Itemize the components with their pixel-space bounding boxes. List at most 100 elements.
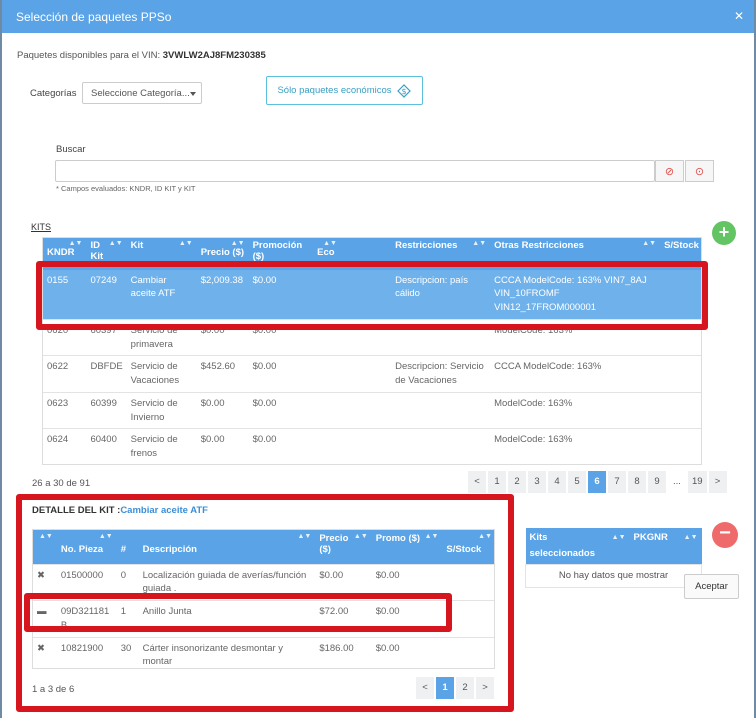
caret-down-icon [190,92,196,96]
cell-promo: $0.00 [248,318,314,356]
col-precio[interactable]: ▲▼ Precio ($) [196,238,249,268]
cell-qty: 1 [116,600,139,638]
kit-detail-name-link[interactable]: Cambiar aceite ATF [120,505,208,516]
page-link[interactable]: 9 [648,471,666,493]
cell-precio: $0.00 [196,318,249,356]
col-pkgnr[interactable]: ▲▼ PKGNR [629,528,702,565]
cell-id: 60399 [86,391,127,429]
kits-table-row-selected[interactable]: 0155 07249 Cambiar aceite ATF $2,009.38 … [43,266,701,320]
cell-precio: $0.00 [315,563,372,601]
apply-search-button[interactable]: ⊙ [685,160,714,182]
cell-id: 07249 [86,266,127,320]
col-precio[interactable]: ▲▼ Precio ($) [315,530,372,564]
ban-icon: ⊘ [664,165,675,178]
detail-pagination: < 1 2 > [416,677,494,699]
cell-precio: $0.00 [196,391,249,429]
cell-otras: ModelCode: 163% [490,428,661,464]
page-link[interactable]: 2 [508,471,526,493]
kits-table-row[interactable]: 0622 DBFDE Servicio de Vacaciones $452.6… [43,355,701,393]
col-stock[interactable]: S/Stock [660,238,701,268]
cell-kndr: 0620 [43,318,87,356]
categories-select[interactable]: Seleccione Categoría... [82,82,202,104]
plus-icon: + [718,222,730,242]
col-stock[interactable]: ▲▼ S/Stock [442,530,494,564]
sort-icon: ▲▼ [39,533,53,540]
kits-table-container: ▲▼ KNDR ▲▼ ID Kit ▲▼ Kit ▲▼ Precio ($) Promo… [42,237,702,465]
kits-header-row: ▲▼ KNDR ▲▼ ID Kit ▲▼ Kit ▲▼ Precio ($) Promo… [43,238,701,268]
page-link-active[interactable]: 6 [588,471,606,493]
page-link-active[interactable]: 1 [436,677,454,699]
economy-packages-button[interactable]: Sólo paquetes económicos $ [266,76,423,105]
col-no-pieza[interactable]: ▲▼ No. Pieza [56,530,117,564]
cell-eco [313,266,341,320]
col-promo[interactable]: ▲▼ Promo ($) [371,530,443,564]
sort-icon: ▲▼ [323,240,337,247]
col-promocion[interactable]: Promoción ($) [248,238,314,268]
close-icon[interactable]: ✕ [734,9,744,23]
clear-search-button[interactable]: ⊘ [655,160,684,182]
kits-table-row[interactable]: 0624 60400 Servicio de frenos $0.00 $0.0… [43,428,701,464]
page-next[interactable]: > [476,677,494,699]
page-link[interactable]: 5 [568,471,586,493]
page-link[interactable]: 19 [688,471,707,493]
col-restricciones[interactable]: ▲▼ Restricciones [391,238,491,268]
col-descripcion[interactable]: ▲▼ Descripción [138,530,316,564]
kits-table-row[interactable]: 0623 60399 Servicio de Invierno $0.00 $0… [43,391,701,429]
kits-pagination: < 1 2 3 4 5 6 7 8 9 ... 19 > [468,471,727,493]
sort-icon: ▲▼ [353,533,368,540]
cell-restricciones [391,391,491,429]
col-otras-restricciones[interactable]: ▲▼ Otras Restricciones [490,238,661,268]
cell-kndr: 0155 [43,266,87,320]
cell-restricciones: Descripcion: país cálido [391,266,491,320]
detail-table-row[interactable]: ▬ 09D321181 B 1 Anillo Junta $72.00 $0.0… [33,600,494,638]
page-prev[interactable]: < [468,471,486,493]
cell-spacer [340,318,392,356]
accept-button[interactable]: Aceptar [684,574,739,599]
detail-table-row[interactable]: ✖ 01500000 0 Localización guiada de aver… [33,563,494,601]
cell-id: DBFDE [86,355,127,393]
cell-id: 60400 [86,428,127,464]
page-link[interactable]: 8 [628,471,646,493]
cell-otras: CCCA ModelCode: 163% [490,355,661,393]
kits-table: ▲▼ KNDR ▲▼ ID Kit ▲▼ Kit ▲▼ Precio ($) Promo… [43,238,701,464]
page-link[interactable]: 4 [548,471,566,493]
sort-icon: ▲▼ [98,533,113,540]
col-id-kit[interactable]: ▲▼ ID Kit [86,238,127,268]
svg-text:$: $ [401,87,406,96]
add-kit-button[interactable]: + [712,221,736,245]
page-link[interactable]: 2 [456,677,474,699]
col-kndr[interactable]: ▲▼ KNDR [43,238,87,268]
kits-table-row[interactable]: 0620 60397 Servicio de primavera $0.00 $… [43,318,701,356]
kits-count: 26 a 30 de 91 [32,478,91,489]
cell-stock [442,600,494,638]
minus-icon: − [719,522,731,544]
sort-icon: ▲▼ [478,533,492,540]
col-kits-seleccionados[interactable]: ▲▼ Kits seleccionados [525,528,630,565]
selected-header-row: ▲▼ Kits seleccionados ▲▼ PKGNR [525,528,702,565]
col-eco[interactable]: ▲▼ Eco [313,238,341,268]
cell-promo: $0.00 [371,636,443,668]
sort-icon: ▲▼ [472,240,487,247]
page-link[interactable]: 3 [528,471,546,493]
remove-kit-button[interactable]: − [712,522,738,548]
kits-section-link[interactable]: KITS [31,222,51,232]
cell-kndr: 0624 [43,428,87,464]
col-qty[interactable]: # [116,530,139,564]
page-link[interactable]: 7 [608,471,626,493]
sort-icon: ▲▼ [611,534,626,541]
car-part-icon: ▬ [33,600,57,638]
cell-spacer [340,266,392,320]
page-link[interactable]: 1 [488,471,506,493]
sort-icon: ▲▼ [230,240,245,247]
cell-desc: Anillo Junta [138,600,316,638]
cell-precio: $452.60 [196,355,249,393]
search-input[interactable] [55,160,655,182]
cell-restricciones [391,318,491,356]
cell-precio: $186.00 [315,636,372,668]
page-next[interactable]: > [708,471,727,493]
col-kit[interactable]: ▲▼ Kit [126,238,197,268]
detail-table-row[interactable]: ✖ 10821900 30 Cárter insonorizante desmo… [33,636,494,668]
col-icon: ▲▼ [33,530,57,564]
search-label: Buscar [56,144,86,155]
page-prev[interactable]: < [416,677,434,699]
